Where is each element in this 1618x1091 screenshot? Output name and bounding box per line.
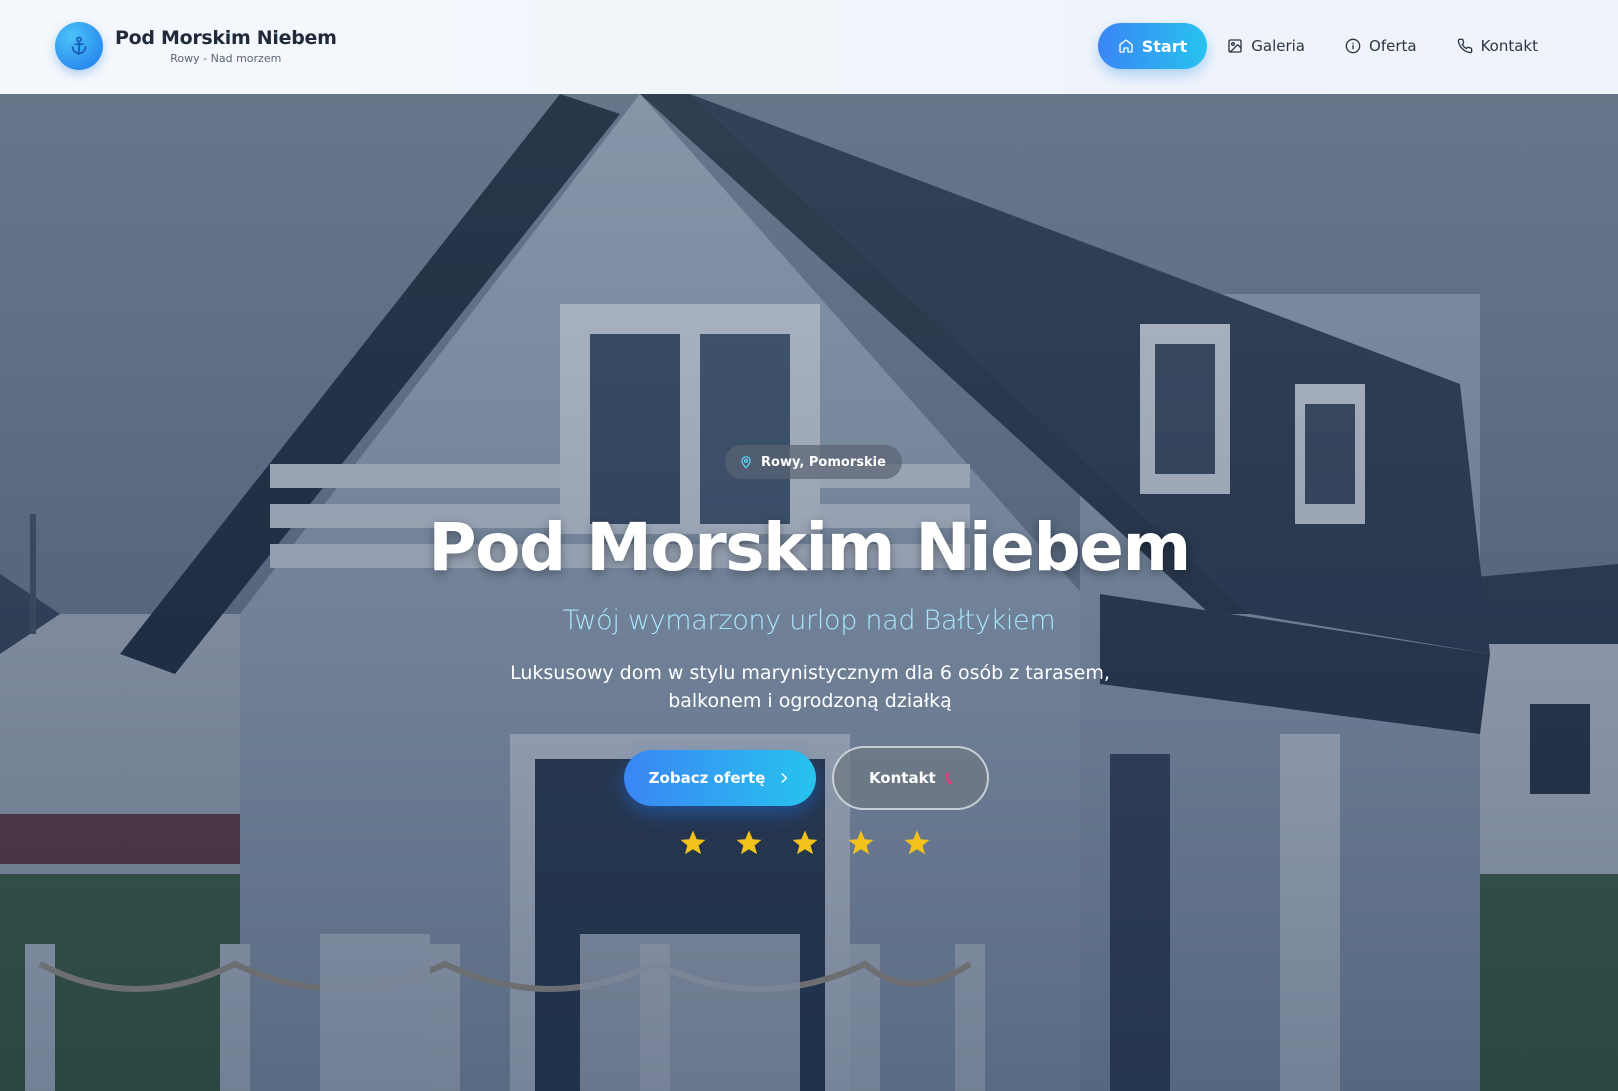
nav-start[interactable]: Start xyxy=(1097,23,1208,69)
image-icon xyxy=(1228,39,1242,53)
anchor-icon xyxy=(55,22,103,70)
contact-label: Kontakt xyxy=(868,769,936,787)
star-icon xyxy=(848,830,874,855)
nav-start-label: Start xyxy=(1141,36,1188,56)
map-pin-icon xyxy=(741,456,751,469)
brand-subtitle: Rowy - Nad morzem xyxy=(170,52,282,65)
home-icon xyxy=(1119,39,1133,53)
hero-section: Rowy, Pomorskie Pod Morskim Niebem Twój … xyxy=(0,94,1618,1091)
phone-icon: 📞︎ xyxy=(945,767,953,789)
nav-oferta-label: Oferta xyxy=(1369,37,1417,55)
star-icon xyxy=(904,830,930,855)
brand-title: Pod Morskim Niebem xyxy=(115,27,337,49)
nav-galeria[interactable]: Galeria xyxy=(1207,23,1325,69)
hero-title: Pod Morskim Niebem xyxy=(428,509,1191,586)
nav-oferta[interactable]: Oferta xyxy=(1325,23,1437,69)
nav-kontakt-label: Kontakt xyxy=(1480,37,1538,55)
star-icon xyxy=(792,830,818,855)
brand[interactable]: Pod Morskim Niebem Rowy - Nad morzem xyxy=(55,22,337,70)
nav-kontakt[interactable]: Kontakt xyxy=(1437,23,1558,69)
nav-galeria-label: Galeria xyxy=(1251,37,1306,55)
star-icon xyxy=(736,830,762,855)
see-offer-label: Zobacz ofertę xyxy=(648,769,766,787)
hero-description: Luksusowy dom w stylu marynistycznym dla… xyxy=(510,662,1110,712)
see-offer-button[interactable]: Zobacz ofertę xyxy=(624,750,816,806)
rating-stars xyxy=(678,828,958,858)
main-nav: Start Galeria Oferta Kontakt xyxy=(1097,23,1558,69)
star-icon xyxy=(680,830,706,855)
contact-button[interactable]: Kontakt 📞︎ xyxy=(832,746,989,810)
hero-content: Rowy, Pomorskie Pod Morskim Niebem Twój … xyxy=(0,94,1618,1091)
hero-subtitle: Twój wymarzony urlop nad Bałtykiem xyxy=(562,605,1056,636)
info-icon xyxy=(1345,38,1361,54)
location-label: Rowy, Pomorskie xyxy=(761,454,886,470)
chevron-right-icon xyxy=(781,773,788,783)
phone-icon xyxy=(1457,38,1472,54)
site-header: Pod Morskim Niebem Rowy - Nad morzem Sta… xyxy=(0,0,1618,94)
location-badge: Rowy, Pomorskie xyxy=(725,445,902,479)
